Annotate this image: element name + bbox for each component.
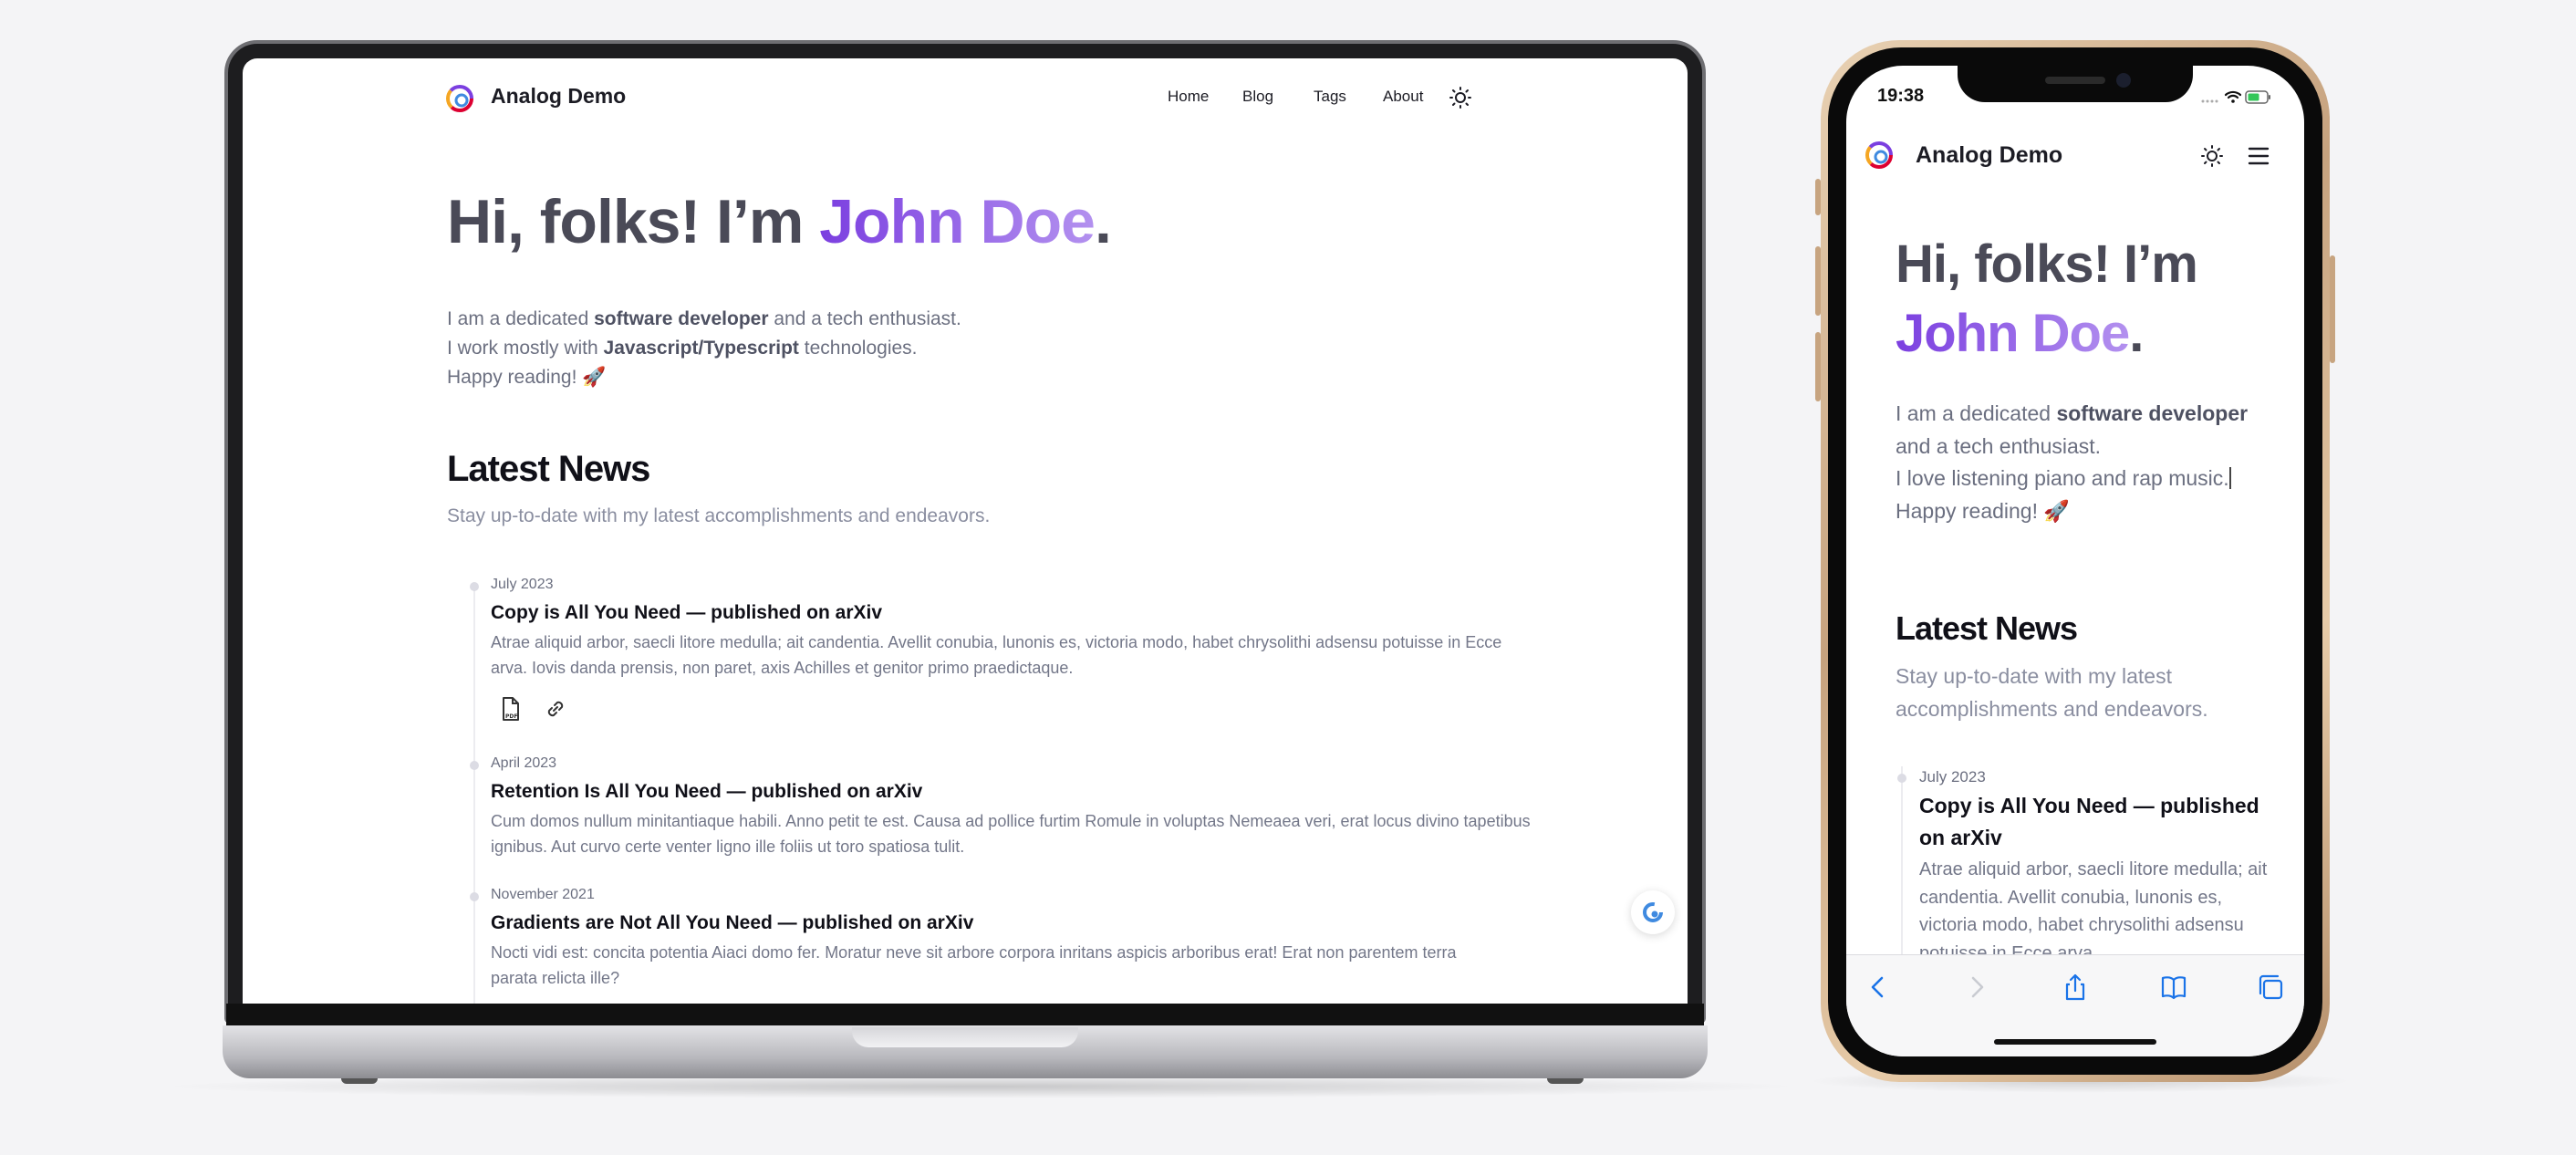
phone-speaker (2045, 77, 2105, 84)
status-icons (2201, 90, 2270, 104)
news-body: Atrae aliquid arbor, saecli litore medul… (491, 633, 1502, 677)
battery-icon (2245, 90, 2270, 104)
back-icon[interactable] (1863, 972, 1894, 1003)
news-date: November 2021 (491, 887, 595, 902)
nav-blog[interactable]: Blog (1242, 88, 1273, 106)
bookmarks-icon[interactable] (2158, 972, 2189, 1003)
laptop-bezel (226, 1004, 1704, 1027)
analog-logo-icon[interactable] (1863, 139, 1896, 172)
svg-text:PDF: PDF (505, 713, 517, 720)
news-date: July 2023 (1919, 768, 1986, 786)
brand-name[interactable]: Analog Demo (491, 84, 626, 109)
signal-icon (2201, 99, 2218, 103)
phone-screen: 19:38 Analog Demo Hi, folks! I’m John Do… (1846, 66, 2304, 1056)
hero-name: John Doe (819, 187, 1096, 256)
hero-heading: Hi, folks! I’m John Doe. (1896, 234, 2198, 363)
news-body: Nocti vidi est: concita potentia Aiaci d… (491, 943, 1457, 987)
analog-logo-icon[interactable] (443, 82, 476, 115)
hero-heading: Hi, folks! I’m John Doe. (447, 187, 1112, 256)
timeline-dot (470, 582, 479, 591)
news-title[interactable]: Retention Is All You Need — published on… (491, 781, 922, 803)
nav-tags[interactable]: Tags (1314, 88, 1346, 106)
hamburger-menu-icon[interactable] (2248, 146, 2270, 166)
brand-name[interactable]: Analog Demo (1916, 142, 2062, 169)
theme-toggle-sun-icon[interactable] (1449, 86, 1472, 109)
pdf-icon[interactable]: PDF (496, 695, 524, 723)
hero-name: John Doe (1896, 304, 2130, 363)
text-cursor (2228, 467, 2231, 489)
front-camera-icon (2116, 73, 2131, 88)
hero-intro: I am a dedicated software developer and … (447, 308, 961, 388)
share-icon[interactable] (2060, 972, 2091, 1003)
timeline-dot (470, 892, 479, 901)
home-indicator (1994, 1039, 2156, 1045)
tabs-icon[interactable] (2255, 972, 2286, 1003)
safari-toolbar (1846, 954, 2304, 1056)
news-date: July 2023 (491, 577, 554, 592)
news-date: April 2023 (491, 755, 557, 771)
status-time: 19:38 (1877, 86, 1925, 106)
laptop-foot (1547, 1078, 1584, 1084)
laptop-screen: Analog Demo Home Blog Tags About Hi, fol… (243, 58, 1688, 1004)
nav-home[interactable]: Home (1168, 88, 1209, 106)
news-heading: Latest News (447, 449, 650, 489)
nav-about[interactable]: About (1383, 88, 1423, 106)
news-title[interactable]: Gradients are Not All You Need — publish… (491, 912, 973, 934)
news-subtitle: Stay up-to-date with my latest accomplis… (447, 505, 991, 526)
news-timeline (473, 588, 475, 1004)
forward-icon[interactable] (1961, 972, 1992, 1003)
news-body: Cum domos nullum minitantiaque habili. A… (491, 812, 1531, 856)
laptop-notch (852, 1027, 1078, 1047)
hero-intro: I am a dedicated software developer and … (1896, 401, 2249, 523)
news-heading: Latest News (1896, 609, 2078, 647)
wifi-icon (2224, 90, 2242, 99)
news-title[interactable]: Copy is All You Need — published on arXi… (1919, 790, 2275, 854)
link-icon[interactable] (542, 695, 569, 723)
news-body: Atrae aliquid arbor, saecli litore medul… (1919, 859, 2268, 963)
floating-logo-icon (1643, 902, 1663, 922)
timeline-dot (1897, 774, 1906, 783)
theme-toggle-sun-icon[interactable] (2200, 144, 2224, 168)
phone-power-button (2330, 255, 2335, 363)
floating-action-button[interactable] (1631, 890, 1675, 934)
laptop-foot (341, 1078, 378, 1084)
news-title[interactable]: Copy is All You Need — published on arXi… (491, 602, 882, 624)
timeline-dot (470, 761, 479, 770)
news-subtitle: Stay up-to-date with my latest accomplis… (1896, 664, 2208, 721)
